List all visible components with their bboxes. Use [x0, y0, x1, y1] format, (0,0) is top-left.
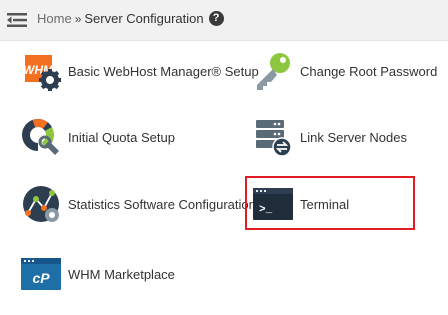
whm-setup-icon: WHM: [23, 55, 61, 91]
item-whm-marketplace[interactable]: cP WHM Marketplace: [21, 254, 175, 294]
item-link-server-nodes[interactable]: Link Server Nodes: [253, 117, 407, 157]
item-initial-quota-setup[interactable]: Initial Quota Setup: [21, 117, 175, 157]
item-label: Initial Quota Setup: [68, 129, 175, 145]
key-icon: [257, 53, 290, 90]
help-icon[interactable]: ?: [208, 11, 224, 26]
page-title: Server Configuration: [84, 11, 204, 26]
item-label: Change Root Password: [300, 63, 438, 79]
header-bar: Home » Server Configuration ?: [0, 0, 448, 41]
menu-collapse-icon[interactable]: [7, 12, 27, 28]
item-label: Basic WebHost Manager® Setup: [68, 63, 259, 79]
cpanel-marketplace-icon: cP: [21, 258, 61, 290]
server-nodes-icon: [256, 120, 292, 157]
item-label: Link Server Nodes: [300, 129, 407, 145]
breadcrumb: Home » Server Configuration ?: [37, 11, 224, 26]
item-change-root-password[interactable]: Change Root Password: [253, 51, 437, 91]
item-label: WHM Marketplace: [68, 266, 175, 282]
selection-highlight: [245, 176, 415, 230]
svg-text:cP: cP: [32, 270, 50, 286]
item-statistics-software-configuration[interactable]: Statistics Software Configuration: [21, 184, 256, 224]
breadcrumb-home-link[interactable]: Home: [37, 11, 72, 26]
breadcrumb-separator: »: [74, 11, 82, 26]
item-basic-whm-setup[interactable]: WHM Basic WebHost Manager® Setup: [21, 51, 259, 91]
statistics-icon: [23, 186, 59, 222]
item-label: Statistics Software Configuration: [68, 196, 256, 212]
quota-icon: [22, 119, 59, 155]
